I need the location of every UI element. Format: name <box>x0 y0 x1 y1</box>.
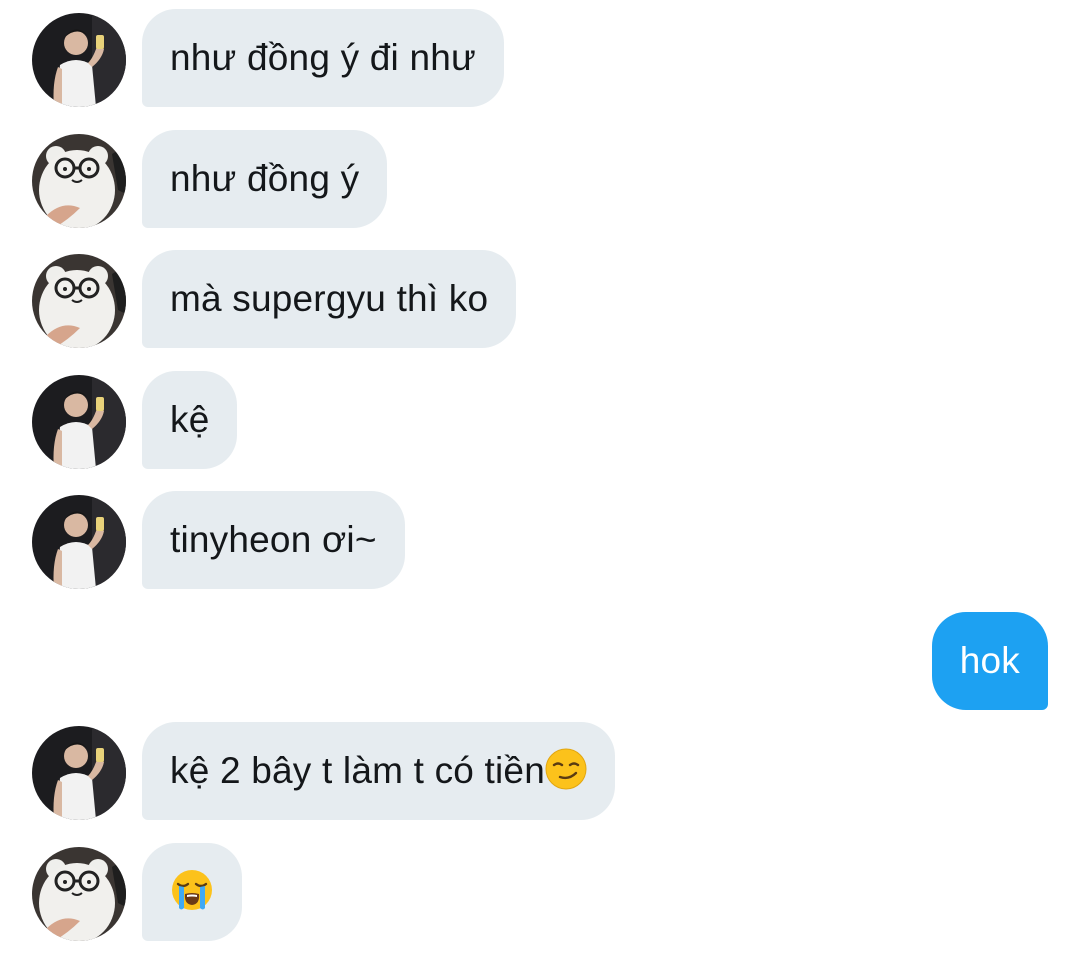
smirking-face-emoji <box>545 748 587 790</box>
avatar-bear-plush-glasses[interactable] <box>32 134 126 228</box>
message-bubble-incoming[interactable]: kệ 2 bây t làm t có tiền <box>142 722 615 820</box>
loudly-crying-face-emoji <box>170 868 214 912</box>
message-text: kệ 2 bây t làm t có tiền <box>170 750 545 791</box>
bear-plush-photo <box>32 134 126 228</box>
message-text: như đồng ý <box>170 158 360 199</box>
message-bubble-outgoing[interactable]: hok <box>931 612 1048 710</box>
mirror-selfie-photo <box>32 726 126 820</box>
avatar-guy-mirror-selfie[interactable] <box>32 495 126 589</box>
message-text: kệ <box>170 399 210 440</box>
message-thread: như đồng ý đi như như đồng ý mà supergyu… <box>0 0 1080 966</box>
avatar-guy-mirror-selfie[interactable] <box>32 726 126 820</box>
message-text: hok <box>959 640 1020 681</box>
bear-plush-photo <box>32 254 126 348</box>
message-bubble-incoming[interactable]: như đồng ý <box>142 130 388 228</box>
avatar-bear-plush-glasses[interactable] <box>32 254 126 348</box>
message-bubble-incoming[interactable] <box>142 843 242 941</box>
avatar-guy-mirror-selfie[interactable] <box>32 375 126 469</box>
avatar-bear-plush-glasses[interactable] <box>32 847 126 941</box>
avatar-guy-mirror-selfie[interactable] <box>32 13 126 107</box>
message-bubble-incoming[interactable]: tinyheon ơi~ <box>142 491 405 589</box>
message-text: như đồng ý đi như <box>170 37 476 78</box>
message-text: tinyheon ơi~ <box>170 519 377 560</box>
message-bubble-incoming[interactable]: mà supergyu thì ko <box>142 250 517 348</box>
mirror-selfie-photo <box>32 375 126 469</box>
message-text: mà supergyu thì ko <box>170 278 489 319</box>
mirror-selfie-photo <box>32 495 126 589</box>
mirror-selfie-photo <box>32 13 126 107</box>
message-bubble-incoming[interactable]: như đồng ý đi như <box>142 9 504 107</box>
bear-plush-photo <box>32 847 126 941</box>
message-bubble-incoming[interactable]: kệ <box>142 371 238 469</box>
